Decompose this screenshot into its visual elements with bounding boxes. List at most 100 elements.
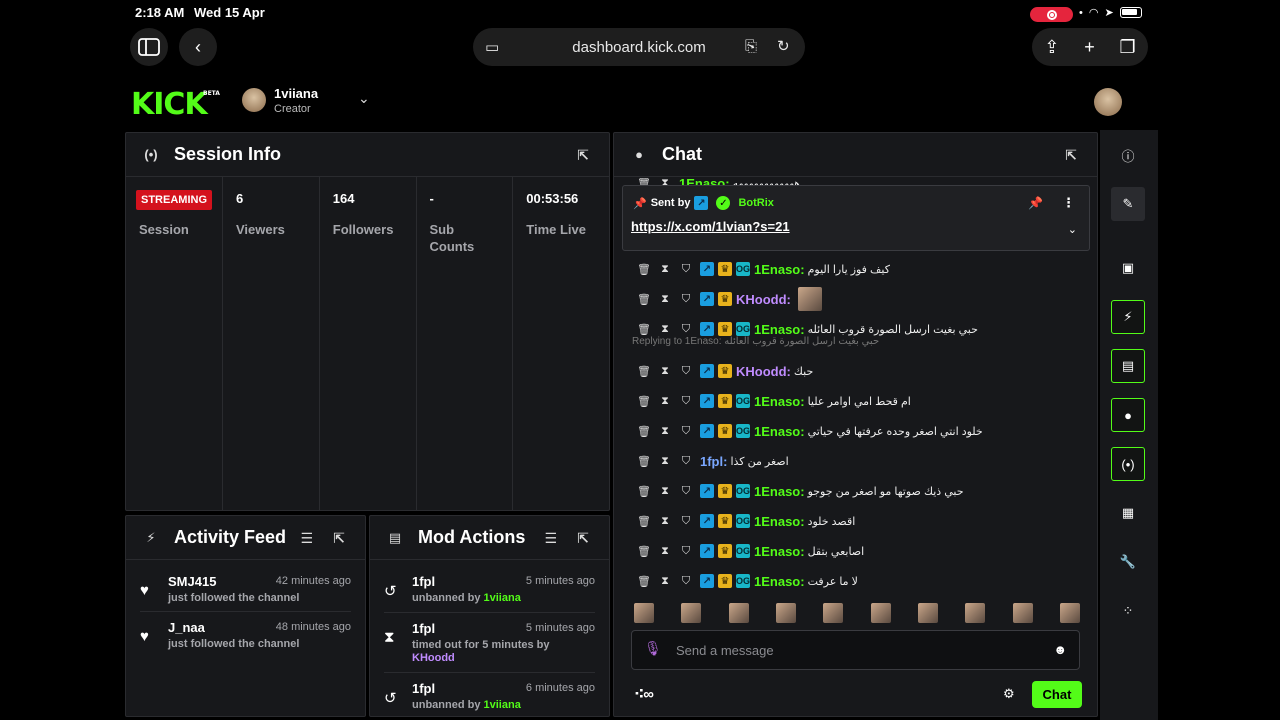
chat-username[interactable]: KHoodd: bbox=[736, 364, 791, 379]
emote[interactable] bbox=[728, 603, 749, 623]
send-chat-button[interactable]: Chat bbox=[1032, 681, 1082, 708]
chat-username[interactable]: KHoodd: bbox=[736, 292, 791, 307]
emote[interactable] bbox=[965, 603, 986, 623]
shield-icon[interactable]: ⛉ bbox=[679, 293, 693, 306]
reader-icon[interactable]: ⎘ bbox=[745, 38, 757, 55]
tabs-icon[interactable]: ❐ bbox=[1119, 37, 1135, 58]
tools-button[interactable]: 🔧 bbox=[1111, 545, 1145, 579]
chat-input[interactable]: 🎙 Send a message ☻ bbox=[631, 630, 1080, 670]
microphone-icon[interactable]: 🎙 bbox=[644, 640, 662, 657]
info-button[interactable]: ⓘ bbox=[1111, 138, 1145, 172]
mod-action-user[interactable]: 1fpl bbox=[412, 574, 435, 589]
timeout-icon[interactable]: ⧗ bbox=[658, 455, 672, 468]
action-by[interactable]: 1viiana bbox=[484, 592, 521, 604]
chat-username[interactable]: 1Enaso: bbox=[754, 424, 805, 439]
shield-icon[interactable]: ⛉ bbox=[679, 323, 693, 336]
delete-icon[interactable]: 🗑 bbox=[637, 293, 651, 306]
emote[interactable] bbox=[823, 603, 844, 623]
shield-icon[interactable]: ⛉ bbox=[679, 395, 693, 408]
timeout-icon[interactable]: ⧗ bbox=[658, 323, 672, 336]
unpin-icon[interactable]: 📌 bbox=[1028, 196, 1043, 210]
timeout-icon[interactable]: ⧗ bbox=[658, 575, 672, 588]
gear-icon[interactable]: ⚙ bbox=[1003, 686, 1015, 702]
delete-icon[interactable]: 🗑 bbox=[637, 455, 651, 468]
mod-action-user[interactable]: 1fpl bbox=[412, 681, 435, 696]
delete-icon[interactable]: 🗑 bbox=[637, 575, 651, 588]
layout-button[interactable]: ▦ bbox=[1111, 496, 1145, 530]
chat-username[interactable]: 1fpl: bbox=[700, 454, 727, 469]
profile-avatar[interactable] bbox=[1094, 88, 1122, 116]
shield-icon[interactable]: ⛉ bbox=[679, 455, 693, 468]
emote[interactable] bbox=[917, 603, 938, 623]
community-button[interactable]: ⁘ bbox=[1111, 594, 1145, 628]
more-options-icon[interactable]: ⋮ bbox=[1062, 195, 1075, 211]
chat-username[interactable]: 1Enaso: bbox=[754, 544, 805, 559]
chat-username[interactable]: 1Enaso: bbox=[754, 394, 805, 409]
popout-icon[interactable]: ⇱ bbox=[333, 530, 345, 547]
new-tab-icon[interactable]: + bbox=[1084, 37, 1095, 58]
points-icon[interactable]: ⁖∞ bbox=[634, 685, 654, 703]
chat-username[interactable]: 1Enaso: bbox=[754, 514, 805, 529]
reload-icon[interactable]: ↻ bbox=[777, 37, 790, 55]
edit-button[interactable]: ✎ bbox=[1111, 187, 1145, 221]
chat-messages[interactable]: 🗑 ⧗ 1Enaso: ههههههههههههه 📌 Sent by ↗ ✓ … bbox=[614, 178, 1096, 598]
shield-icon[interactable]: ⛉ bbox=[679, 485, 693, 498]
delete-icon[interactable]: 🗑 bbox=[637, 425, 651, 438]
activity-user[interactable]: J_naa bbox=[168, 620, 205, 635]
delete-icon[interactable]: 🗑 bbox=[637, 365, 651, 378]
popout-icon[interactable]: ⇱ bbox=[1065, 147, 1077, 164]
chat-username[interactable]: 1Enaso: bbox=[754, 322, 805, 337]
chat-username[interactable]: 1Enaso: bbox=[754, 484, 805, 499]
chat-username[interactable]: 1Enaso: bbox=[754, 574, 805, 589]
page-settings-icon[interactable]: ▭ bbox=[485, 38, 499, 56]
emote[interactable] bbox=[634, 603, 654, 623]
timeout-icon[interactable]: ⧗ bbox=[658, 545, 672, 558]
address-bar[interactable]: ▭ dashboard.kick.com ⎘ ↻ bbox=[473, 28, 805, 66]
emote[interactable] bbox=[681, 603, 702, 623]
emote[interactable] bbox=[870, 603, 891, 623]
emote[interactable] bbox=[1059, 603, 1080, 623]
session-toggle[interactable]: (•) bbox=[1111, 447, 1145, 481]
chevron-down-icon[interactable]: ⌄ bbox=[1068, 223, 1077, 236]
emote[interactable] bbox=[775, 603, 796, 623]
delete-icon[interactable]: 🗑 bbox=[637, 515, 651, 528]
shield-icon[interactable]: ⛉ bbox=[679, 515, 693, 528]
kick-logo[interactable]: KICK BETA bbox=[131, 87, 220, 122]
action-by[interactable]: KHoodd bbox=[412, 652, 455, 664]
shield-icon[interactable]: ⛉ bbox=[679, 365, 693, 378]
timeout-icon[interactable]: ⧗ bbox=[658, 515, 672, 528]
emote[interactable] bbox=[1012, 603, 1033, 623]
timeout-icon[interactable]: ⧗ bbox=[658, 425, 672, 438]
chevron-down-icon[interactable]: ⌄ bbox=[358, 90, 370, 107]
shield-icon[interactable]: ⛉ bbox=[679, 545, 693, 558]
action-by[interactable]: 1viiana bbox=[484, 699, 521, 711]
share-icon[interactable]: ⇪ bbox=[1044, 37, 1059, 58]
delete-icon[interactable]: 🗑 bbox=[637, 485, 651, 498]
timeout-icon[interactable]: ⧗ bbox=[658, 263, 672, 276]
delete-icon[interactable]: 🗑 bbox=[637, 323, 651, 336]
chat-toggle[interactable]: ● bbox=[1111, 398, 1145, 432]
activity-toggle[interactable]: ⚡ bbox=[1111, 300, 1145, 334]
popout-icon[interactable]: ⇱ bbox=[577, 530, 589, 547]
back-button[interactable]: ‹ bbox=[179, 28, 217, 66]
mod-action-user[interactable]: 1fpl bbox=[412, 621, 435, 636]
mod-actions-toggle[interactable]: ▤ bbox=[1111, 349, 1145, 383]
channel-switcher[interactable]: 1viiana Creator bbox=[242, 86, 318, 115]
delete-icon[interactable]: 🗑 bbox=[637, 395, 651, 408]
delete-icon[interactable]: 🗑 bbox=[637, 263, 651, 276]
filter-icon[interactable]: ☰ bbox=[544, 530, 557, 547]
filter-icon[interactable]: ☰ bbox=[300, 530, 313, 547]
shield-icon[interactable]: ⛉ bbox=[679, 425, 693, 438]
activity-user[interactable]: SMJ415 bbox=[168, 574, 216, 589]
pinned-link[interactable]: https://x.com/1lvian?s=21 bbox=[631, 219, 790, 234]
emoji-icon[interactable]: ☻ bbox=[1053, 642, 1067, 657]
timeout-icon[interactable]: ⧗ bbox=[658, 293, 672, 306]
shield-icon[interactable]: ⛉ bbox=[679, 263, 693, 276]
timeout-icon[interactable]: ⧗ bbox=[658, 395, 672, 408]
shield-icon[interactable]: ⛉ bbox=[679, 575, 693, 588]
timeout-icon[interactable]: ⧗ bbox=[658, 485, 672, 498]
popout-icon[interactable]: ⇱ bbox=[577, 147, 589, 164]
timeout-icon[interactable]: ⧗ bbox=[658, 365, 672, 378]
chat-username[interactable]: 1Enaso: bbox=[754, 262, 805, 277]
sidebar-toggle-button[interactable] bbox=[130, 28, 168, 66]
